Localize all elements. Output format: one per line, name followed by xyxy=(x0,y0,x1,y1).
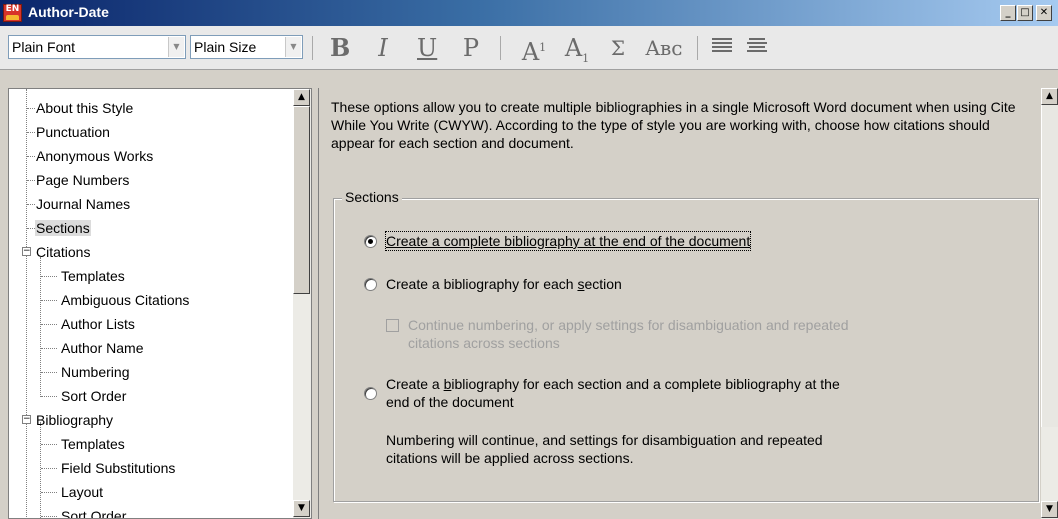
option-each-section-and-complete-label[interactable]: Create a bibliography for each section a… xyxy=(386,375,840,411)
tree-connector xyxy=(40,257,41,397)
subscript-base: A xyxy=(564,34,583,62)
underline-button[interactable]: U xyxy=(417,33,437,63)
option3-line2: end of the document xyxy=(386,394,514,410)
format-toolbar: Plain Font ▼ Plain Size ▼ B I U P A1 A1 … xyxy=(0,26,1058,70)
subscript-mark: 1 xyxy=(582,51,590,65)
tree-connector xyxy=(26,89,27,518)
content-scrollbar[interactable]: ▲ ▼ xyxy=(1041,88,1058,519)
maximize-button[interactable]: □ xyxy=(1017,5,1033,21)
checkbox-line1: Continue numbering, or apply settings fo… xyxy=(408,317,849,333)
option2-post: ection xyxy=(584,276,622,292)
collapse-icon[interactable]: − xyxy=(22,415,31,424)
tree-item-bibliography[interactable]: Bibliography xyxy=(36,412,113,428)
option-bibliography-each-section-label[interactable]: Create a bibliography for each section xyxy=(386,275,622,293)
tree-item-numbering[interactable]: Numbering xyxy=(61,364,129,380)
align-center-icon[interactable] xyxy=(747,38,767,56)
superscript-base: A xyxy=(521,38,540,66)
scroll-down-icon[interactable]: ▼ xyxy=(1041,501,1058,518)
tree-item-punctuation[interactable]: Punctuation xyxy=(36,124,110,140)
toolbar-divider xyxy=(697,36,698,60)
superscript-button[interactable]: A1 xyxy=(516,33,552,66)
toolbar-divider xyxy=(312,36,313,60)
tree-item-citations-templates[interactable]: Templates xyxy=(61,268,125,284)
option3-pre: Create a xyxy=(386,376,444,392)
minimize-button[interactable]: _ xyxy=(1000,5,1016,21)
tree-item-page-numbers[interactable]: Page Numbers xyxy=(36,172,129,188)
tree-item-bibliography-templates[interactable]: Templates xyxy=(61,436,125,452)
font-select-value: Plain Font xyxy=(12,39,76,55)
superscript-mark: 1 xyxy=(539,41,547,54)
collapse-icon[interactable]: − xyxy=(22,247,31,256)
numbering-note: Numbering will continue, and settings fo… xyxy=(386,431,823,467)
font-select[interactable]: Plain Font ▼ xyxy=(8,35,186,59)
tree-scroll-thumb[interactable] xyxy=(293,106,310,294)
window-title: Author-Date xyxy=(28,4,109,20)
tree-item-citations-sort-order[interactable]: Sort Order xyxy=(61,388,126,404)
tree-item-bibliography-sort-order[interactable]: Sort Order xyxy=(61,508,126,518)
note-line2: citations will be applied across section… xyxy=(386,450,634,466)
toolbar-divider xyxy=(500,36,501,60)
option-complete-bibliography-label[interactable]: Create a complete bibliography at the en… xyxy=(384,231,752,251)
radio-bibliography-each-section[interactable] xyxy=(364,278,377,291)
sections-panel: These options allow you to create multip… xyxy=(318,88,1058,519)
tree-item-field-substitutions[interactable]: Field Substitutions xyxy=(61,460,175,476)
close-button[interactable]: ✕ xyxy=(1036,5,1052,21)
plain-button[interactable]: P xyxy=(461,33,481,63)
tree-item-journal-names[interactable]: Journal Names xyxy=(36,196,130,212)
size-select[interactable]: Plain Size ▼ xyxy=(190,35,303,59)
tree-item-author-lists[interactable]: Author Lists xyxy=(61,316,135,332)
option1-text: Create a complete bibliography at the en… xyxy=(386,233,751,249)
scroll-up-icon[interactable]: ▲ xyxy=(293,89,310,106)
sections-group-label: Sections xyxy=(342,189,402,205)
checkbox-line2: citations across sections xyxy=(408,335,560,351)
tree-connector xyxy=(40,422,41,518)
scroll-down-icon[interactable]: ▼ xyxy=(293,500,310,517)
subscript-button[interactable]: A1 xyxy=(562,33,592,65)
bold-button[interactable]: B xyxy=(330,33,350,63)
checkbox-continue-numbering-label[interactable]: Continue numbering, or apply settings fo… xyxy=(408,316,849,352)
checkbox-continue-numbering[interactable] xyxy=(386,319,399,332)
content-scroll-track[interactable] xyxy=(1041,105,1058,427)
small-caps-button[interactable]: Aʙᴄ xyxy=(640,33,688,63)
endnote-app-icon[interactable]: EN xyxy=(3,4,22,22)
chevron-down-icon[interactable]: ▼ xyxy=(168,37,184,57)
align-justify-icon[interactable] xyxy=(712,38,732,56)
size-select-value: Plain Size xyxy=(194,39,257,55)
tree-item-anonymous-works[interactable]: Anonymous Works xyxy=(36,148,153,164)
tree-item-citations[interactable]: Citations xyxy=(36,244,90,260)
sections-description: These options allow you to create multip… xyxy=(331,99,1016,151)
sections-groupbox: Sections Create a complete bibliography … xyxy=(333,189,1039,502)
radio-each-section-and-complete[interactable] xyxy=(364,387,377,400)
tree-item-sections[interactable]: Sections xyxy=(35,220,91,236)
note-line1: Numbering will continue, and settings fo… xyxy=(386,432,823,448)
symbol-button[interactable]: Σ xyxy=(606,33,630,63)
option3-post: ibliography for each section and a compl… xyxy=(451,376,840,392)
radio-complete-bibliography[interactable] xyxy=(364,235,377,248)
italic-button[interactable]: I xyxy=(373,33,393,63)
chevron-down-icon[interactable]: ▼ xyxy=(285,37,301,57)
tree-item-about-this-style[interactable]: About this Style xyxy=(36,100,133,116)
scroll-up-icon[interactable]: ▲ xyxy=(1041,88,1058,105)
tree-item-author-name[interactable]: Author Name xyxy=(61,340,143,356)
tree-item-ambiguous-citations[interactable]: Ambiguous Citations xyxy=(61,292,189,308)
title-bar: EN Author-Date _ □ ✕ xyxy=(0,0,1058,26)
tree-item-layout[interactable]: Layout xyxy=(61,484,103,500)
tree-scrollbar[interactable]: ▲ ▼ xyxy=(293,89,311,518)
option2-pre: Create a bibliography for each xyxy=(386,276,578,292)
style-tree: About this Style Punctuation Anonymous W… xyxy=(8,88,312,519)
